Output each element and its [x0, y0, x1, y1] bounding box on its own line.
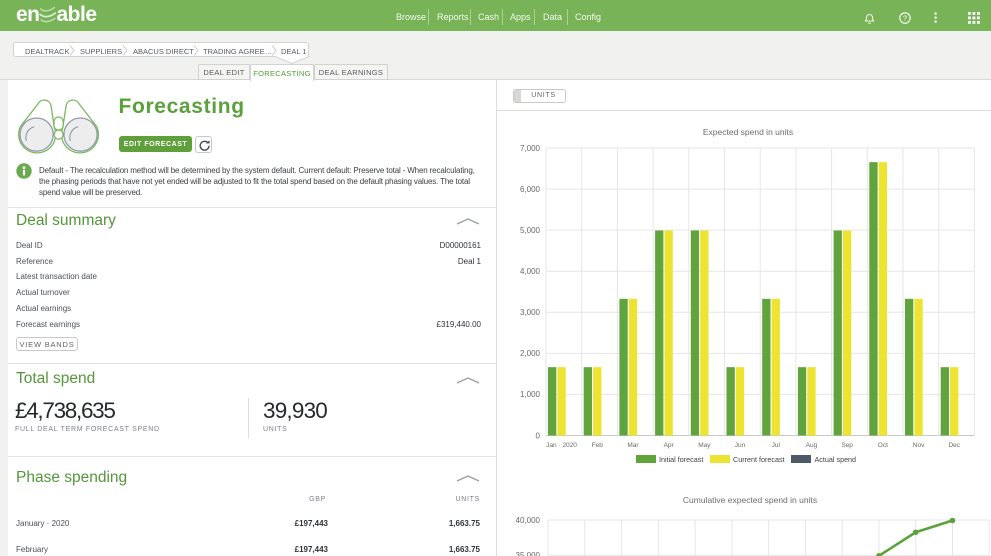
- svg-text:Apr: Apr: [664, 442, 675, 449]
- svg-text:5,000: 5,000: [520, 226, 541, 235]
- svg-text:Nov: Nov: [913, 442, 925, 449]
- svg-text:Aug: Aug: [806, 442, 818, 449]
- svg-text:3,000: 3,000: [520, 308, 541, 317]
- svg-text:Jul: Jul: [772, 442, 781, 449]
- svg-text:Jan · 2020: Jan · 2020: [546, 442, 577, 449]
- svg-text:Dec: Dec: [948, 442, 960, 449]
- svg-text:Initial forecast: Initial forecast: [659, 455, 703, 464]
- svg-text:0: 0: [536, 431, 541, 440]
- svg-text:2,000: 2,000: [520, 349, 541, 358]
- svg-text:Jun: Jun: [735, 442, 746, 449]
- svg-text:Oct: Oct: [878, 442, 888, 449]
- svg-text:1,000: 1,000: [520, 390, 541, 399]
- svg-text:6,000: 6,000: [520, 185, 541, 194]
- svg-text:Current forecast: Current forecast: [733, 455, 785, 464]
- svg-text:Cumulative expected spend in u: Cumulative expected spend in units: [683, 495, 817, 505]
- svg-text:40,000: 40,000: [516, 516, 541, 525]
- svg-text:7,000: 7,000: [520, 144, 541, 153]
- svg-text:Sep: Sep: [841, 442, 853, 449]
- svg-text:?: ?: [903, 14, 907, 23]
- svg-text:Actual spend: Actual spend: [815, 455, 857, 464]
- svg-text:Mar: Mar: [627, 442, 639, 449]
- svg-text:Expected spend in units: Expected spend in units: [703, 127, 793, 137]
- svg-text:4,000: 4,000: [520, 267, 541, 276]
- svg-text:May: May: [698, 442, 711, 449]
- svg-text:Feb: Feb: [592, 442, 604, 449]
- svg-text:35,000: 35,000: [516, 551, 541, 556]
